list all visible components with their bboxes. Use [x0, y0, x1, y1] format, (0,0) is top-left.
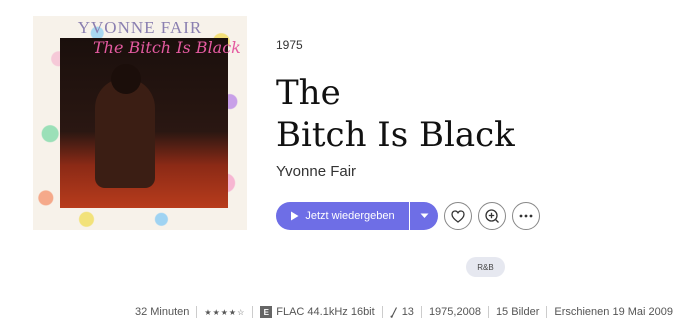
play-button-label: Jetzt wiedergeben	[305, 210, 395, 222]
play-button-group: Jetzt wiedergeben	[276, 202, 438, 230]
quality-text: FLAC 44.1kHz 16bit	[276, 306, 375, 318]
cover-title-script: The Bitch Is Black	[93, 38, 241, 57]
audio-quality: E FLAC 44.1kHz 16bit	[253, 306, 381, 318]
cover-artist-text: YVONNE FAIR	[77, 18, 203, 37]
album-title-line-2: Bitch Is Black	[276, 115, 515, 155]
album-cover[interactable]: YVONNE FAIR The Bitch Is Black	[33, 16, 247, 230]
cover-figure-head	[111, 64, 141, 94]
play-button[interactable]: Jetzt wiedergeben	[276, 202, 409, 230]
chevron-down-icon	[420, 213, 428, 218]
cover-figure	[95, 78, 155, 188]
years: 1975,2008	[428, 306, 481, 318]
duration: 32 Minuten	[134, 306, 190, 318]
album-title: The Bitch Is Black	[276, 72, 515, 156]
album-info-bar: 32 Minuten ★★★★☆ E FLAC 44.1kHz 16bit 13…	[0, 305, 690, 319]
track-count: 13	[383, 306, 421, 318]
genre-tag[interactable]: R&B	[466, 257, 505, 277]
music-note-icon	[390, 306, 397, 318]
favorite-button[interactable]	[444, 202, 472, 230]
star-rating-icons: ★★★★☆	[204, 307, 246, 317]
explicit-badge: E	[260, 306, 273, 318]
play-options-button[interactable]	[410, 202, 438, 230]
more-icon	[519, 214, 533, 218]
release-date: Erschienen 19 Mai 2009	[554, 306, 673, 318]
album-title-line-1: The	[276, 73, 341, 113]
heart-icon	[451, 209, 465, 223]
play-icon	[291, 211, 299, 221]
images-count[interactable]: 15 Bilder	[489, 306, 546, 318]
track-count-text: 13	[401, 306, 414, 318]
artist-link[interactable]: Yvonne Fair	[276, 163, 356, 180]
add-circle-icon	[485, 209, 499, 223]
add-to-library-button[interactable]	[478, 202, 506, 230]
rating: ★★★★☆	[197, 308, 252, 317]
release-year: 1975	[276, 38, 303, 52]
more-options-button[interactable]	[512, 202, 540, 230]
